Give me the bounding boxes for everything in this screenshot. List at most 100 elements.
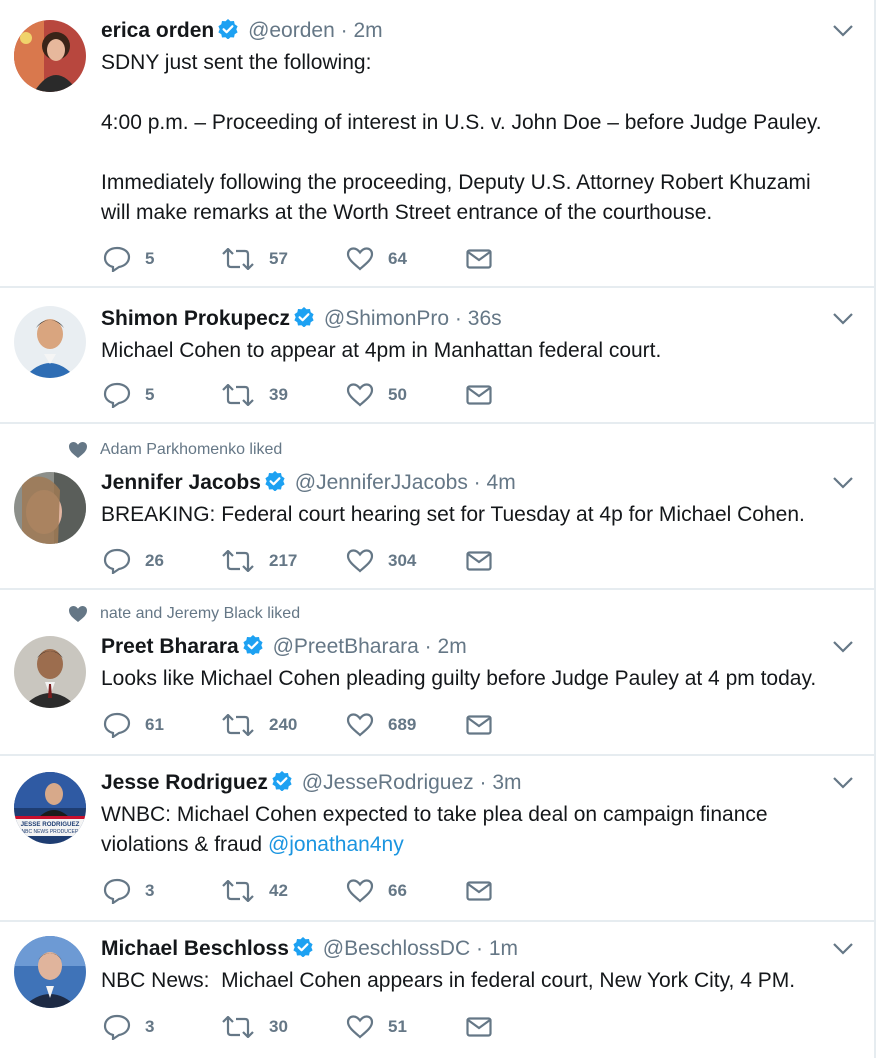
reply-button[interactable]: 3 (103, 876, 154, 906)
display-name[interactable]: Preet Bharara (101, 635, 239, 658)
timestamp[interactable]: 3m (492, 771, 521, 794)
display-name[interactable]: Michael Beschloss (101, 937, 289, 960)
direct-message-button[interactable] (466, 1012, 506, 1042)
like-button[interactable]: 689 (346, 710, 416, 740)
like-count: 689 (388, 715, 417, 734)
envelope-icon (466, 551, 492, 571)
chevron-down-icon[interactable] (832, 312, 854, 326)
heart-icon (346, 713, 374, 737)
reply-button[interactable]: 61 (103, 710, 164, 740)
svg-text:NBC NEWS PRODUCER: NBC NEWS PRODUCER (22, 829, 79, 835)
retweet-button[interactable]: 240 (221, 710, 297, 740)
tweet-header: Jesse Rodriguez @JesseRodriguez · 3m (101, 770, 854, 798)
retweet-button[interactable]: 57 (221, 244, 288, 274)
display-name[interactable]: Shimon Prokupecz (101, 307, 290, 330)
tweet-actions: 5 39 50 (103, 380, 523, 410)
like-button[interactable]: 51 (346, 1012, 407, 1042)
reply-button[interactable]: 3 (103, 1012, 154, 1042)
retweet-button[interactable]: 42 (221, 876, 288, 906)
handle[interactable]: @eorden (248, 19, 335, 42)
display-name[interactable]: Jesse Rodriguez (101, 771, 268, 794)
like-button[interactable]: 50 (346, 380, 407, 410)
social-context-text[interactable]: nate and Jeremy Black liked (100, 605, 300, 622)
tweet-header: Shimon Prokupecz @ShimonPro · 36s (101, 306, 854, 334)
separator-dot: · (340, 19, 348, 42)
reply-count: 5 (145, 249, 155, 268)
handle[interactable]: @JesseRodriguez (302, 771, 474, 794)
handle[interactable]: @ShimonPro (324, 307, 449, 330)
handle[interactable]: @JenniferJJacobs (295, 471, 468, 494)
handle[interactable]: @PreetBharara (273, 635, 419, 658)
direct-message-button[interactable] (466, 380, 506, 410)
timestamp[interactable]: 2m (353, 19, 382, 42)
verified-badge-icon (272, 771, 292, 798)
direct-message-button[interactable] (466, 546, 506, 576)
reply-icon (103, 382, 131, 408)
avatar[interactable] (14, 20, 86, 92)
tweet-text-line: WNBC: Michael Cohen expected to take ple… (101, 803, 768, 826)
like-button[interactable]: 66 (346, 876, 407, 906)
reply-icon (103, 878, 131, 904)
retweet-button[interactable]: 217 (221, 546, 297, 576)
reply-button[interactable]: 5 (103, 380, 154, 410)
chevron-down-icon[interactable] (832, 640, 854, 654)
avatar[interactable] (14, 306, 86, 378)
timestamp[interactable]: 4m (487, 471, 516, 494)
like-button[interactable]: 64 (346, 244, 407, 274)
like-count: 66 (388, 881, 407, 900)
direct-message-button[interactable] (466, 876, 506, 906)
social-context-text[interactable]: Adam Parkhomenko liked (100, 441, 282, 458)
tweet[interactable]: erica orden @eorden · 2m SDNY just sent … (0, 0, 876, 288)
chevron-down-icon[interactable] (832, 476, 854, 490)
direct-message-button[interactable] (466, 710, 506, 740)
chevron-down-icon[interactable] (832, 24, 854, 38)
tweet-text-line: Michael Cohen to appear at 4pm in Manhat… (101, 339, 662, 362)
envelope-icon (466, 1017, 492, 1037)
verified-badge-icon (218, 19, 238, 46)
envelope-icon (466, 385, 492, 405)
like-count: 50 (388, 385, 407, 404)
reply-count: 61 (145, 715, 164, 734)
retweet-icon (222, 714, 254, 736)
tweet-header: erica orden @eorden · 2m (101, 18, 854, 46)
reply-button[interactable]: 26 (103, 546, 164, 576)
envelope-icon (466, 715, 492, 735)
chevron-down-icon[interactable] (832, 942, 854, 956)
tweet[interactable]: Michael Beschloss @BeschlossDC · 1m NBC … (0, 922, 876, 1058)
heart-icon (346, 383, 374, 407)
verified-badge-icon (293, 937, 313, 964)
heart-icon (346, 247, 374, 271)
separator-dot: · (424, 635, 432, 658)
avatar[interactable]: JESSE RODRIGUEZ NBC NEWS PRODUCER (14, 772, 86, 844)
tweet-actions: 3 42 66 (103, 876, 523, 906)
tweet-actions: 5 57 64 (103, 244, 523, 274)
timestamp[interactable]: 36s (468, 307, 502, 330)
handle[interactable]: @BeschlossDC (323, 937, 470, 960)
tweet-text-line: NBC News: Michael Cohen appears in feder… (101, 969, 796, 992)
display-name[interactable]: Jennifer Jacobs (101, 471, 261, 494)
timestamp[interactable]: 1m (489, 937, 518, 960)
display-name[interactable]: erica orden (101, 19, 214, 42)
tweet[interactable]: JESSE RODRIGUEZ NBC NEWS PRODUCER Jesse … (0, 756, 876, 922)
direct-message-button[interactable] (466, 244, 506, 274)
avatar[interactable] (14, 936, 86, 1008)
reply-button[interactable]: 5 (103, 244, 154, 274)
timestamp[interactable]: 2m (438, 635, 467, 658)
tweet[interactable]: Adam Parkhomenko liked Jennifer Jacobs @… (0, 424, 876, 590)
tweet[interactable]: nate and Jeremy Black liked Preet Bharar… (0, 590, 876, 756)
avatar[interactable] (14, 636, 86, 708)
avatar[interactable] (14, 472, 86, 544)
chevron-down-icon[interactable] (832, 776, 854, 790)
mention-link[interactable]: @jonathan4ny (268, 833, 404, 856)
retweet-button[interactable]: 30 (221, 1012, 288, 1042)
tweet[interactable]: Shimon Prokupecz @ShimonPro · 36s Michae… (0, 288, 876, 424)
heart-icon (346, 549, 374, 573)
heart-filled-icon (69, 606, 87, 622)
like-button[interactable]: 304 (346, 546, 416, 576)
retweet-button[interactable]: 39 (221, 380, 288, 410)
reply-count: 26 (145, 551, 164, 570)
tweet-text-segment: violations & fraud (101, 833, 268, 856)
retweet-icon (222, 880, 254, 902)
tweet-text: NBC News: Michael Cohen appears in feder… (101, 966, 854, 996)
tweet-text: Michael Cohen to appear at 4pm in Manhat… (101, 336, 854, 366)
